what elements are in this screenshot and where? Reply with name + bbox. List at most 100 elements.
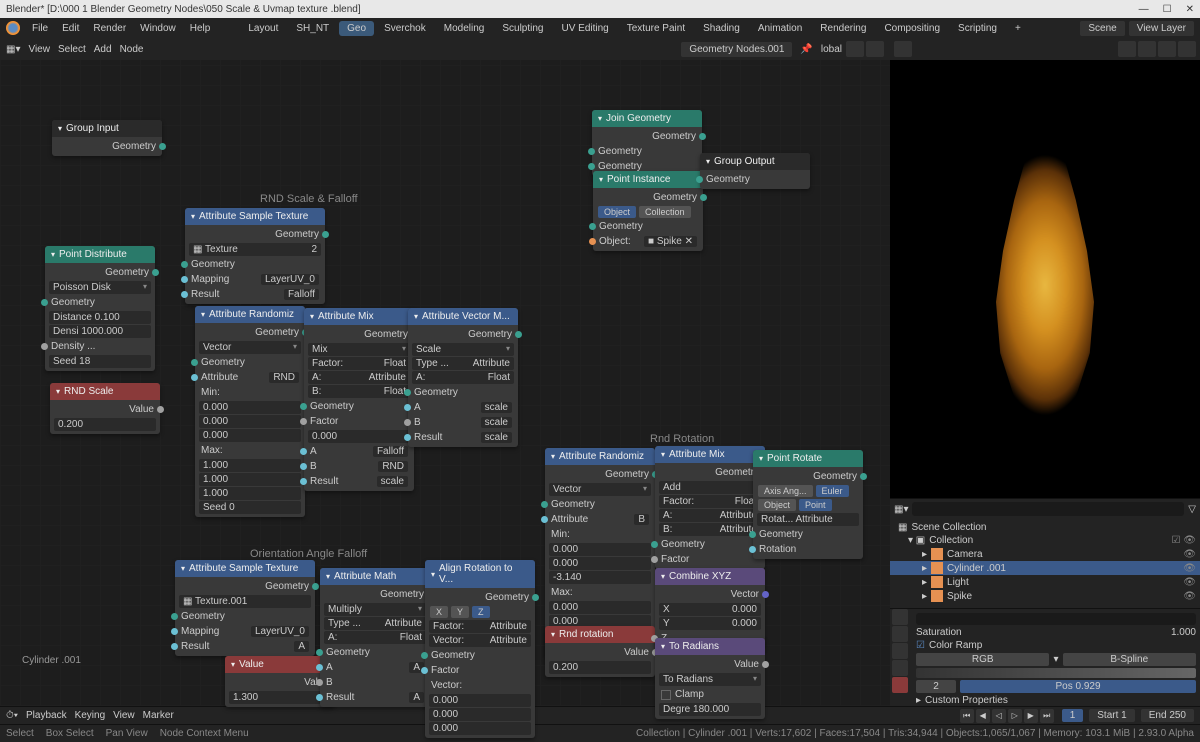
props-tab-texture[interactable] (892, 677, 908, 693)
outliner-collection[interactable]: ▾ ▣Collection☑ 👁 (890, 534, 1200, 547)
ne-menu-node[interactable]: Node (120, 44, 144, 55)
play-icon[interactable]: ▷ (1008, 709, 1022, 723)
node-attr-vector-math[interactable]: ▾Attribute Vector M... Geometry Scale▾ T… (408, 308, 518, 447)
node-point-instance[interactable]: ▾Point Instance Geometry Object Collecti… (593, 171, 703, 251)
menu-edit[interactable]: Edit (56, 21, 85, 36)
tab-compositing[interactable]: Compositing (876, 21, 948, 36)
maximize-icon[interactable]: ☐ (1163, 4, 1172, 15)
jump-end-icon[interactable]: ⏭ (1040, 709, 1054, 723)
scene-selector[interactable]: Scene (1080, 21, 1124, 36)
keyframe-prev-icon[interactable]: ◀ (976, 709, 990, 723)
node-attr-math[interactable]: ▾Attribute Math Geometry Multiply▾ Type … (320, 568, 430, 707)
keyframe-next-icon[interactable]: ▶ (1024, 709, 1038, 723)
shading-wireframe-icon[interactable] (1118, 41, 1136, 57)
shading-material-icon[interactable] (1158, 41, 1176, 57)
ne-menu-view[interactable]: View (28, 44, 50, 55)
tab-scripting[interactable]: Scripting (950, 21, 1005, 36)
timeline-type-icon[interactable]: ⏱▾ (6, 710, 18, 721)
overlay-icon[interactable] (866, 41, 884, 57)
tab-shnt[interactable]: SH_NT (288, 21, 337, 36)
node-group-input[interactable]: ▾Group Input Geometry (52, 120, 162, 156)
node-group-output[interactable]: ▾Group Output Geometry (700, 153, 810, 189)
outliner-camera[interactable]: ▸Camera👁 (890, 547, 1200, 561)
jump-start-icon[interactable]: ⏮ (960, 709, 974, 723)
pin-icon[interactable]: 📌 (800, 44, 812, 55)
tab-rendering[interactable]: Rendering (812, 21, 874, 36)
viewport-mode-icon[interactable] (894, 41, 912, 57)
tab-geo[interactable]: Geo (339, 21, 374, 36)
node-join-geometry[interactable]: ▾Join Geometry Geometry Geometry Geometr… (592, 110, 702, 176)
node-align-rotation[interactable]: ▾Align Rotation to V... Geometry X Y Z F… (425, 560, 535, 738)
outliner-light[interactable]: ▸Light👁 (890, 575, 1200, 589)
outliner[interactable]: ▦▾ ▽ ▦Scene Collection ▾ ▣Collection☑ 👁 … (890, 498, 1200, 608)
node-attr-sample-texture-2[interactable]: ▾Attribute Sample Texture Geometry ▦ Tex… (175, 560, 315, 656)
timeline[interactable]: ⏱▾ Playback Keying View Marker ⏮ ◀ ◁ ▷ ▶… (0, 706, 1200, 724)
tab-animation[interactable]: Animation (750, 21, 810, 36)
node-rnd-rotation[interactable]: ▾Rnd rotation Value 0.200 (545, 626, 655, 677)
frame-current[interactable]: 1 (1062, 709, 1084, 722)
section-rnd-rot: Rnd Rotation (650, 433, 714, 445)
menu-render[interactable]: Render (87, 21, 132, 36)
outliner-cylinder[interactable]: ▸Cylinder .001👁 (890, 561, 1200, 575)
tab-shading[interactable]: Shading (695, 21, 748, 36)
blender-logo-icon (6, 21, 20, 35)
colorramp-index[interactable]: 2 (916, 680, 956, 693)
outliner-scene-collection[interactable]: ▦Scene Collection (890, 521, 1200, 534)
node-attr-sample-texture-1[interactable]: ▾Attribute Sample Texture Geometry ▦ Tex… (185, 208, 325, 304)
outliner-spike[interactable]: ▸Spike👁 (890, 589, 1200, 603)
tab-sverchok[interactable]: Sverchok (376, 21, 434, 36)
tab-sculpting[interactable]: Sculpting (494, 21, 551, 36)
props-tab-scene[interactable] (892, 660, 908, 676)
frame-end[interactable]: End 250 (1141, 709, 1194, 722)
viewlayer-selector[interactable]: View Layer (1129, 21, 1194, 36)
overlay-global[interactable]: lobal (821, 44, 842, 55)
nodegroup-name[interactable]: Geometry Nodes.001 (681, 42, 792, 57)
color-ramp-widget[interactable] (916, 668, 1196, 678)
properties-panel[interactable]: Saturation1.000 ☑Color Ramp RGB▾B-Spline… (890, 608, 1200, 706)
node-to-radians[interactable]: ▾To Radians Value To Radians▾ Clamp Degr… (655, 638, 765, 719)
editor-type-icon[interactable]: ▦▾ (6, 44, 20, 55)
dropdown-poisson[interactable]: Poisson Disk▾ (49, 281, 151, 294)
menu-help[interactable]: Help (184, 21, 217, 36)
node-rnd-scale[interactable]: ▾RND Scale Value 0.200 (50, 383, 160, 434)
tab-layout[interactable]: Layout (240, 21, 286, 36)
timeline-playback[interactable]: Playback (26, 710, 67, 721)
colorramp-mode[interactable]: RGB (916, 653, 1049, 666)
shading-rendered-icon[interactable] (1178, 41, 1196, 57)
node-attr-mix-1[interactable]: ▾Attribute Mix Geometry Mix▾ Factor:Floa… (304, 308, 414, 491)
node-point-rotate[interactable]: ▾Point Rotate Geometry Axis Ang... Euler… (753, 450, 863, 559)
colorramp-interp[interactable]: B-Spline (1063, 653, 1196, 666)
timeline-view[interactable]: View (113, 710, 135, 721)
filter-icon[interactable]: ▽ (1188, 504, 1196, 515)
node-combine-xyz[interactable]: ▾Combine XYZ Vector X0.000 Y0.000 Z (655, 568, 765, 648)
status-box: Box Select (46, 728, 94, 739)
tab-add[interactable]: + (1007, 21, 1029, 36)
timeline-marker[interactable]: Marker (143, 710, 174, 721)
frame-start[interactable]: Start 1 (1089, 709, 1134, 722)
outliner-type-icon[interactable]: ▦▾ (894, 504, 908, 515)
props-search[interactable] (916, 613, 1196, 625)
menu-window[interactable]: Window (134, 21, 182, 36)
props-tab-view[interactable] (892, 643, 908, 659)
colorramp-pos[interactable]: Pos 0.929 (960, 680, 1196, 693)
ne-menu-select[interactable]: Select (58, 44, 86, 55)
tab-modeling[interactable]: Modeling (436, 21, 493, 36)
close-icon[interactable]: ✕ (1186, 4, 1194, 15)
outliner-search[interactable] (912, 502, 1184, 516)
tab-uvediting[interactable]: UV Editing (553, 21, 616, 36)
pinned-object-label: Cylinder .001 (22, 655, 81, 666)
snap-icon[interactable] (846, 41, 864, 57)
minimize-icon[interactable]: — (1139, 4, 1149, 15)
timeline-keying[interactable]: Keying (75, 710, 106, 721)
props-tab-render[interactable] (892, 609, 908, 625)
tab-texturepaint[interactable]: Texture Paint (619, 21, 693, 36)
geometry-node-editor[interactable]: ▦▾ View Select Add Node Geometry Nodes.0… (0, 38, 890, 706)
shading-solid-icon[interactable] (1138, 41, 1156, 57)
menu-file[interactable]: File (26, 21, 54, 36)
viewport-3d[interactable] (890, 38, 1200, 498)
node-attr-randomize-1[interactable]: ▾Attribute Randomiz Geometry Vector▾ Geo… (195, 306, 305, 517)
play-reverse-icon[interactable]: ◁ (992, 709, 1006, 723)
props-tab-output[interactable] (892, 626, 908, 642)
ne-menu-add[interactable]: Add (94, 44, 112, 55)
node-point-distribute[interactable]: ▾Point Distribute Geometry Poisson Disk▾… (45, 246, 155, 371)
